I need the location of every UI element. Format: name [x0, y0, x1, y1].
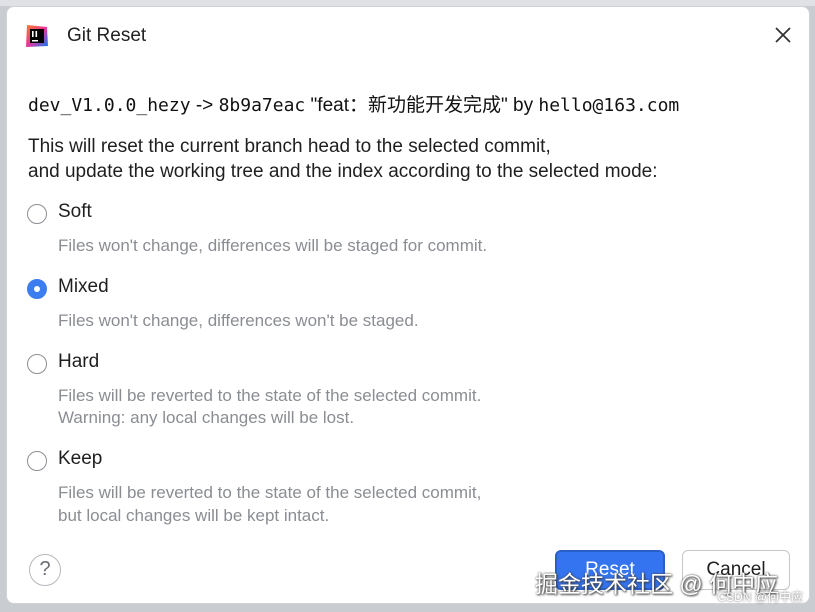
help-icon[interactable]: ?	[39, 558, 50, 580]
soft-label[interactable]: Soft	[58, 201, 92, 223]
description-line-1: This will reset the current branch head …	[28, 136, 551, 157]
commit-author: hello@163.com	[538, 95, 680, 116]
by-label: by	[513, 95, 534, 116]
dialog-titlebar: Git Reset	[7, 7, 809, 65]
hard-label[interactable]: Hard	[58, 351, 99, 373]
hard-hint-1: Files will be reverted to the state of t…	[58, 386, 482, 405]
reset-description: This will reset the current branch head …	[28, 134, 658, 184]
hard-radio[interactable]	[27, 354, 47, 374]
commit-message: "feat：新功能开发完成"	[310, 95, 508, 116]
dialog-title: Git Reset	[67, 25, 147, 46]
keep-hint-2: but local changes will be kept intact.	[58, 506, 330, 525]
mixed-radio[interactable]	[27, 279, 47, 299]
intellij-idea-icon	[25, 24, 49, 48]
help-button[interactable]: ?	[29, 554, 61, 586]
close-icon[interactable]	[771, 23, 795, 47]
keep-radio[interactable]	[27, 451, 47, 471]
watermark-csdn: CSDN @何中应	[717, 590, 803, 604]
description-line-2: and update the working tree and the inde…	[28, 161, 658, 182]
commit-summary: dev_V1.0.0_hezy -> 8b9a7eac "feat：新功能开发完…	[28, 90, 679, 117]
arrow: ->	[195, 95, 214, 116]
mixed-hint: Files won't change, differences won't be…	[58, 311, 419, 330]
commit-hash: 8b9a7eac	[218, 95, 306, 116]
close-button[interactable]	[771, 23, 795, 47]
git-reset-dialog: Git Reset dev_V1.0.0_hezy -> 8b9a7eac "f…	[6, 6, 810, 604]
mixed-label[interactable]: Mixed	[58, 276, 109, 298]
soft-radio[interactable]	[27, 204, 47, 224]
branch-name: dev_V1.0.0_hezy	[28, 95, 191, 116]
hard-hint-2: Warning: any local changes will be lost.	[58, 408, 355, 427]
keep-hint-1: Files will be reverted to the state of t…	[58, 483, 482, 502]
keep-label[interactable]: Keep	[58, 448, 102, 470]
soft-hint: Files won't change, differences will be …	[58, 236, 488, 255]
